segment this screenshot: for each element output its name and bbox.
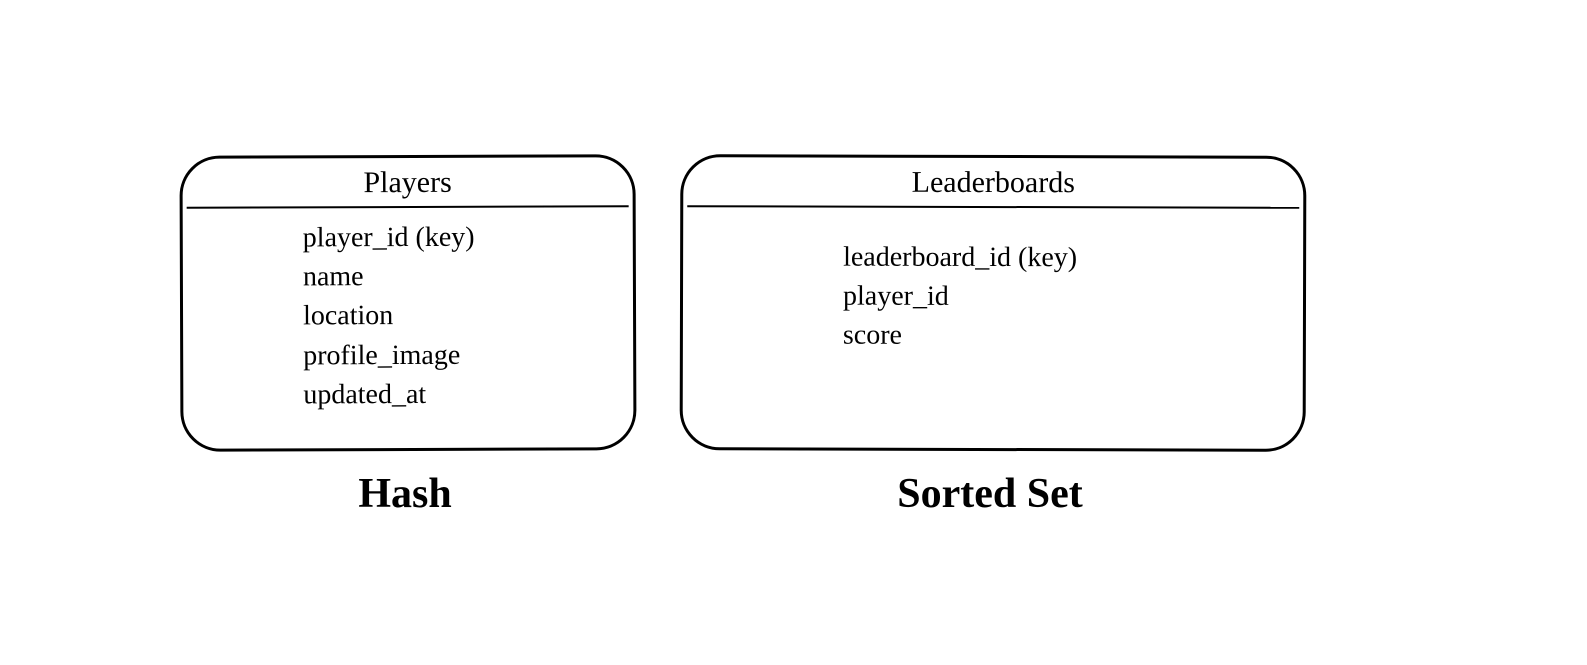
players-field-1: name [303,256,633,296]
data-model-diagram: Players player_id (key) name location pr… [0,0,1587,665]
players-title: Players [186,157,628,209]
leaderboards-entity-box: Leaderboards leaderboard_id (key) player… [680,154,1307,452]
players-fields: player_id (key) name location profile_im… [183,207,634,415]
players-entity-box: Players player_id (key) name location pr… [179,154,636,452]
players-type-label: Hash [180,470,630,518]
players-field-3: profile_image [303,335,633,375]
leaderboards-field-1: player_id [843,277,1303,317]
leaderboards-fields: leaderboard_id (key) player_id score [683,207,1303,356]
players-field-0: player_id (key) [303,217,633,257]
leaderboards-field-0: leaderboard_id (key) [843,238,1303,278]
players-field-2: location [303,296,633,336]
leaderboards-field-2: score [843,316,1303,356]
players-field-4: updated_at [303,374,633,414]
leaderboards-type-label: Sorted Set [680,470,1300,518]
leaderboards-title: Leaderboards [687,157,1299,209]
